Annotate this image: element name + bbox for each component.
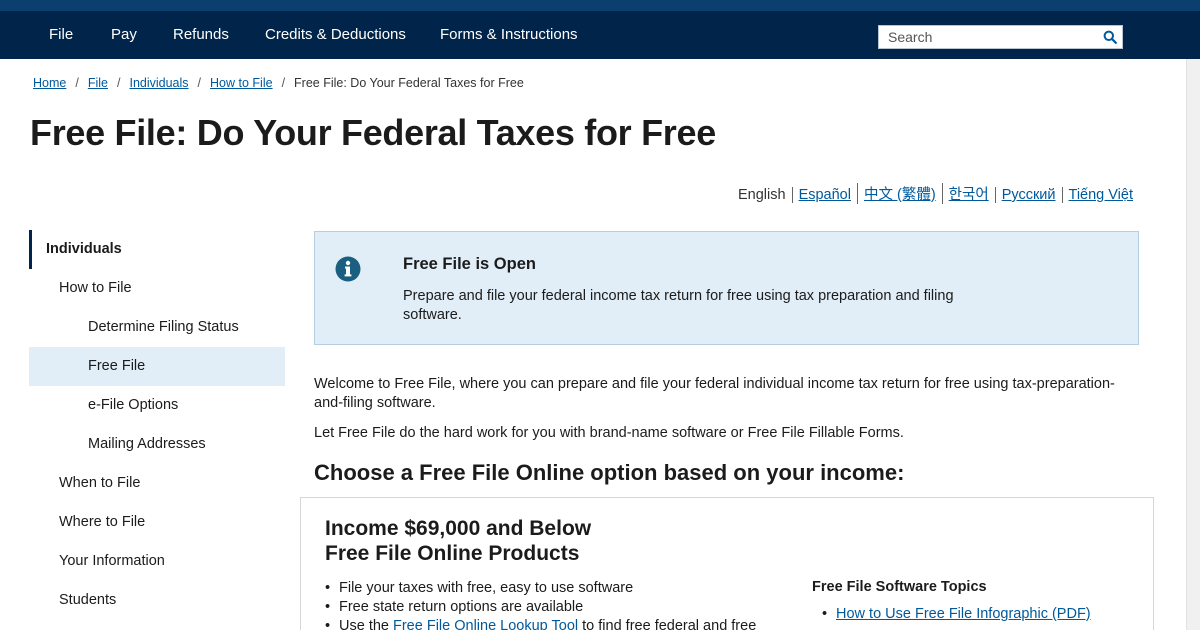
list-item: Use the Free File Online Lookup Tool to …: [325, 617, 756, 630]
bullet-text: to find free federal and free: [578, 618, 757, 630]
sidebar-item-determine-filing-status[interactable]: Determine Filing Status: [29, 308, 285, 347]
section-heading: Choose a Free File Online option based o…: [314, 460, 905, 485]
main-navigation: File Pay Refunds Credits & Deductions Fo…: [0, 11, 1200, 59]
sidebar-item-students[interactable]: Students: [29, 581, 285, 620]
language-chinese-traditional[interactable]: 中文 (繁體): [856, 183, 942, 204]
nav-pay[interactable]: Pay: [111, 11, 137, 59]
language-russian[interactable]: Русский: [994, 187, 1062, 203]
sidebar-item-free-file[interactable]: Free File: [29, 347, 285, 386]
list-item: File your taxes with free, easy to use s…: [325, 579, 756, 598]
language-current: English: [738, 187, 786, 203]
breadcrumb-separator: /: [75, 76, 79, 90]
bullet-text: Use the: [339, 618, 393, 630]
card-title-line-2: Free File Online Products: [325, 542, 580, 565]
intro-paragraph: Welcome to Free File, where you can prep…: [314, 376, 1115, 411]
breadcrumb-current: Free File: Do Your Federal Taxes for Fre…: [294, 76, 524, 90]
infographic-link[interactable]: How to Use Free File Infographic (PDF): [836, 606, 1091, 622]
nav-credits-deductions[interactable]: Credits & Deductions: [265, 11, 406, 59]
sidebar-item-individuals[interactable]: Individuals: [29, 230, 285, 269]
sidebar-item-mailing-addresses[interactable]: Mailing Addresses: [29, 425, 285, 464]
breadcrumb-separator: /: [116, 76, 121, 90]
breadcrumb: Home / File / Individuals / How to File / Free F…: [33, 76, 524, 90]
alert-body: Prepare and file your federal income tax…: [403, 288, 954, 323]
language-vietnamese[interactable]: Tiếng Việt: [1061, 187, 1140, 203]
card-bullet-list: File your taxes with free, easy to use s…: [325, 579, 756, 630]
lookup-tool-link[interactable]: Free File Online Lookup Tool: [393, 618, 578, 630]
sidebar-item-your-information[interactable]: Your Information: [29, 542, 285, 581]
income-option-card: Income $69,000 and Below Free File Onlin…: [300, 497, 1154, 630]
language-selector: English Español 中文 (繁體) 한국어 Русский Tiếng Việ…: [732, 183, 1139, 204]
info-icon: [335, 256, 361, 282]
nav-forms-instructions[interactable]: Forms & Instructions: [440, 11, 578, 59]
card-title: Income $69,000 and Below Free File Onlin…: [325, 516, 591, 566]
sidebar-item-how-to-file[interactable]: How to File: [29, 269, 285, 308]
page-title: Free File: Do Your Federal Taxes for Fre…: [30, 112, 716, 153]
info-alert: Free File is Open Prepare and file your …: [314, 231, 1139, 345]
nav-refunds[interactable]: Refunds: [173, 11, 229, 59]
topics-list: How to Use Free File Infographic (PDF): [812, 606, 1091, 622]
search-icon[interactable]: [1103, 30, 1117, 44]
breadcrumb-file[interactable]: File: [88, 76, 108, 90]
sidebar-navigation: Individuals How to File Determine Filing…: [29, 230, 285, 620]
breadcrumb-individuals[interactable]: Individuals: [129, 76, 188, 90]
sidebar-item-where-to-file[interactable]: Where to File: [29, 503, 285, 542]
nav-file[interactable]: File: [49, 11, 73, 59]
topics-title: Free File Software Topics: [812, 579, 987, 595]
breadcrumb-separator: /: [197, 76, 202, 90]
software-topics: Free File Software Topics How to Use Fre…: [812, 579, 1091, 622]
language-spanish[interactable]: Español: [791, 187, 857, 203]
list-item: How to Use Free File Infographic (PDF): [812, 606, 1091, 622]
intro-paragraph-2: Let Free File do the hard work for you w…: [314, 425, 904, 441]
card-title-line-1: Income $69,000 and Below: [325, 517, 592, 540]
breadcrumb-home[interactable]: Home: [33, 76, 66, 90]
search-input[interactable]: [879, 26, 1089, 48]
breadcrumb-how-to-file[interactable]: How to File: [210, 76, 273, 90]
sidebar-item-e-file-options[interactable]: e-File Options: [29, 386, 285, 425]
page-scrollbar[interactable]: [1186, 59, 1200, 630]
language-korean[interactable]: 한국어: [941, 183, 995, 204]
alert-title: Free File is Open: [403, 255, 536, 273]
top-strip: [0, 0, 1200, 11]
breadcrumb-separator: /: [281, 76, 286, 90]
sidebar-item-when-to-file[interactable]: When to File: [29, 464, 285, 503]
list-item: Free state return options are available: [325, 598, 756, 617]
search-box: [878, 25, 1123, 49]
